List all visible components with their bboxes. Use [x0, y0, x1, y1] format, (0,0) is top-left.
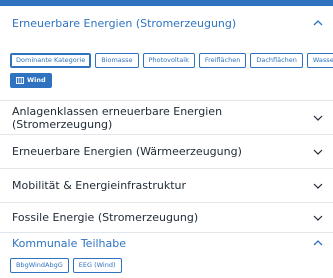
chevron-up-icon — [311, 236, 325, 250]
accordion-header-waermeerzeugung[interactable]: Erneuerbare Energien (Wärmeerzeugung) — [0, 135, 333, 169]
accordion-header-anlagenklassen[interactable]: Anlagenklassen erneuerbare Energien (Str… — [0, 101, 333, 135]
accordion-header-kommunale-teilhabe[interactable]: Kommunale Teilhabe — [0, 233, 333, 253]
chip-wind[interactable]: Wind — [10, 73, 52, 88]
chip-photovoltaik[interactable]: Photovoltaik — [142, 53, 195, 68]
chevron-down-icon — [311, 145, 325, 159]
chip-dominante-kategorie[interactable]: Dominante Kategorie — [10, 53, 92, 68]
accordion-title: Kommunale Teilhabe — [12, 236, 127, 250]
accordion-body-erneuerbare-strom: Dominante Kategorie Biomasse Photovoltai… — [0, 40, 333, 101]
accordion-title: Fossile Energie (Stromerzeugung) — [12, 211, 199, 224]
chevron-down-icon — [311, 179, 325, 193]
accordion-title: Anlagenklassen erneuerbare Energien (Str… — [12, 104, 223, 131]
accordion-title: Erneuerbare Energien (Wärmeerzeugung) — [12, 145, 242, 158]
accordion-header-erneuerbare-strom[interactable]: Erneuerbare Energien (Stromerzeugung) — [0, 6, 333, 40]
grid-icon — [16, 77, 24, 84]
chip-biomasse[interactable]: Biomasse — [95, 53, 139, 68]
accordion-header-mobilitaet[interactable]: Mobilität & Energieinfrastruktur — [0, 169, 333, 203]
layer-panel: Erneuerbare Energien (Stromerzeugung) Do… — [0, 0, 333, 278]
accordion-header-fossile-energie[interactable]: Fossile Energie (Stromerzeugung) — [0, 203, 333, 233]
chip-bbgwindabgg[interactable]: BbgWindAbgG — [10, 258, 69, 273]
chip-row-categories: Dominante Kategorie Biomasse Photovoltai… — [10, 53, 333, 68]
chip-dachflaechen[interactable]: Dachflächen — [250, 53, 303, 68]
chevron-up-icon — [311, 16, 325, 30]
accordion-title: Erneuerbare Energien (Stromerzeugung) — [12, 16, 237, 30]
chip-wind-label: Wind — [27, 76, 46, 84]
chip-eeg-wind[interactable]: EEG (Wind) — [72, 258, 122, 273]
chip-wasserkraft[interactable]: Wasserkraft — [306, 53, 333, 68]
chevron-down-icon — [311, 211, 325, 225]
chip-freiflaechen[interactable]: Freiflächen — [198, 53, 247, 68]
accordion-title: Mobilität & Energieinfrastruktur — [12, 179, 187, 192]
chevron-down-icon — [311, 111, 325, 125]
chip-row-wind: Wind — [10, 73, 52, 88]
chip-row-teilhabe: BbgWindAbgG EEG (Wind) — [10, 258, 122, 273]
